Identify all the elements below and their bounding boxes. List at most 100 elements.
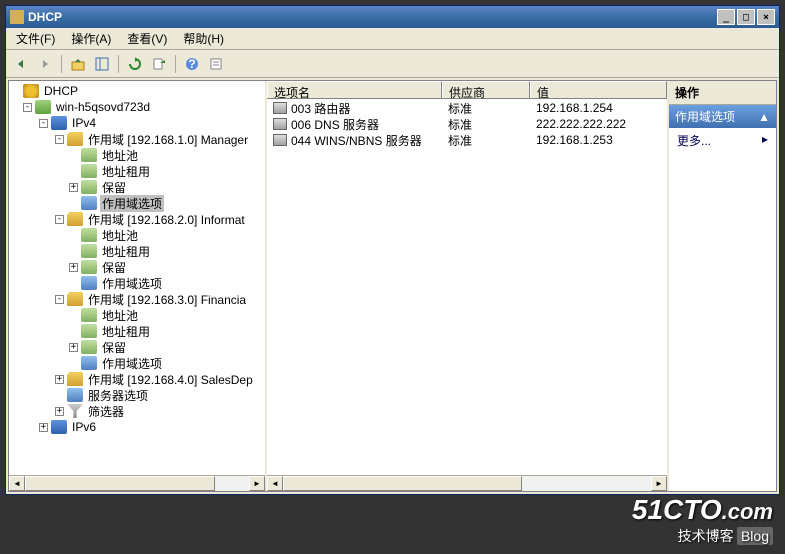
tree-scope-1[interactable]: -作用域 [192.168.1.0] Manager bbox=[9, 131, 265, 147]
horizontal-scrollbar[interactable]: ◄ ► bbox=[9, 475, 265, 491]
options-icon bbox=[81, 196, 97, 210]
expander-plus-icon[interactable]: + bbox=[69, 343, 78, 352]
menu-action[interactable]: 操作(A) bbox=[63, 28, 119, 49]
properties-button[interactable] bbox=[205, 53, 227, 75]
tree-filters[interactable]: +筛选器 bbox=[9, 403, 265, 419]
menu-file[interactable]: 文件(F) bbox=[8, 28, 63, 49]
pool-icon bbox=[81, 148, 97, 162]
list-item[interactable]: 044 WINS/NBNS 服务器 标准 192.168.1.253 bbox=[267, 132, 667, 148]
tree-pane: DHCP -win-h5qsovd723d -IPv4 -作用域 [192.16… bbox=[9, 81, 267, 491]
watermark: 51CTO.com 技术博客 Blog bbox=[632, 494, 773, 546]
help-button[interactable]: ? bbox=[181, 53, 203, 75]
filter-icon bbox=[67, 404, 83, 418]
scroll-track[interactable] bbox=[25, 476, 249, 491]
back-button[interactable] bbox=[10, 53, 32, 75]
lease-icon bbox=[81, 244, 97, 258]
scroll-right-button[interactable]: ► bbox=[249, 476, 265, 491]
tree-address-pool[interactable]: 地址池 bbox=[9, 147, 265, 163]
tree-address-leases[interactable]: 地址租用 bbox=[9, 323, 265, 339]
folder-icon bbox=[67, 212, 83, 226]
tree-reservations[interactable]: +保留 bbox=[9, 339, 265, 355]
tree-address-pool[interactable]: 地址池 bbox=[9, 307, 265, 323]
maximize-button[interactable]: □ bbox=[737, 9, 755, 25]
reserve-icon bbox=[81, 180, 97, 194]
toolbar-separator bbox=[175, 55, 176, 73]
expander-minus-icon[interactable]: - bbox=[55, 215, 64, 224]
lease-icon bbox=[81, 324, 97, 338]
up-button[interactable] bbox=[67, 53, 89, 75]
list-view[interactable]: 003 路由器 标准 192.168.1.254 006 DNS 服务器 标准 … bbox=[267, 99, 667, 475]
expander-plus-icon[interactable]: + bbox=[55, 407, 64, 416]
list-header: 选项名 供应商 值 bbox=[267, 81, 667, 99]
expander-plus-icon[interactable]: + bbox=[69, 263, 78, 272]
lease-icon bbox=[81, 164, 97, 178]
export-button[interactable] bbox=[148, 53, 170, 75]
dhcp-icon bbox=[23, 84, 39, 98]
tree-reservations[interactable]: +保留 bbox=[9, 179, 265, 195]
folder-icon bbox=[67, 292, 83, 306]
tree-address-pool[interactable]: 地址池 bbox=[9, 227, 265, 243]
client-area: DHCP -win-h5qsovd723d -IPv4 -作用域 [192.16… bbox=[8, 80, 777, 492]
folder-icon bbox=[67, 132, 83, 146]
expander-minus-icon[interactable]: - bbox=[23, 103, 32, 112]
ipv4-icon bbox=[51, 116, 67, 130]
tree-root-dhcp[interactable]: DHCP bbox=[9, 83, 265, 99]
expander-plus-icon[interactable]: + bbox=[55, 375, 64, 384]
list-item[interactable]: 003 路由器 标准 192.168.1.254 bbox=[267, 100, 667, 116]
reserve-icon bbox=[81, 260, 97, 274]
menu-bar: 文件(F) 操作(A) 查看(V) 帮助(H) bbox=[6, 28, 779, 50]
expander-minus-icon[interactable]: - bbox=[55, 135, 64, 144]
toolbar-separator bbox=[61, 55, 62, 73]
tree-scope-3[interactable]: -作用域 [192.168.3.0] Financia bbox=[9, 291, 265, 307]
scroll-thumb[interactable] bbox=[283, 476, 522, 491]
expander-minus-icon[interactable]: - bbox=[55, 295, 64, 304]
expander-minus-icon[interactable]: - bbox=[39, 119, 48, 128]
list-pane: 选项名 供应商 值 003 路由器 标准 192.168.1.254 006 D… bbox=[267, 81, 669, 491]
column-value[interactable]: 值 bbox=[530, 81, 667, 98]
app-icon bbox=[10, 10, 24, 24]
column-vendor[interactable]: 供应商 bbox=[442, 81, 530, 98]
close-button[interactable]: × bbox=[757, 9, 775, 25]
show-hide-tree-button[interactable] bbox=[91, 53, 113, 75]
scroll-track[interactable] bbox=[283, 476, 651, 491]
folder-icon bbox=[67, 372, 83, 386]
scroll-right-button[interactable]: ► bbox=[651, 476, 667, 491]
action-more[interactable]: 更多... ▸ bbox=[669, 128, 776, 153]
list-item[interactable]: 006 DNS 服务器 标准 222.222.222.222 bbox=[267, 116, 667, 132]
tree-view[interactable]: DHCP -win-h5qsovd723d -IPv4 -作用域 [192.16… bbox=[9, 81, 265, 475]
mmc-window: DHCP _ □ × 文件(F) 操作(A) 查看(V) 帮助(H) ? DHC… bbox=[5, 5, 780, 495]
tree-scope-options-selected[interactable]: 作用域选项 bbox=[9, 195, 265, 211]
menu-help[interactable]: 帮助(H) bbox=[175, 28, 232, 49]
tree-ipv6[interactable]: +IPv6 bbox=[9, 419, 265, 435]
scroll-left-button[interactable]: ◄ bbox=[9, 476, 25, 491]
column-option-name[interactable]: 选项名 bbox=[267, 81, 442, 98]
tree-scope-options[interactable]: 作用域选项 bbox=[9, 355, 265, 371]
horizontal-scrollbar[interactable]: ◄ ► bbox=[267, 475, 667, 491]
tree-scope-2[interactable]: -作用域 [192.168.2.0] Informat bbox=[9, 211, 265, 227]
scroll-left-button[interactable]: ◄ bbox=[267, 476, 283, 491]
tree-scope-4[interactable]: +作用域 [192.168.4.0] SalesDep bbox=[9, 371, 265, 387]
refresh-button[interactable] bbox=[124, 53, 146, 75]
expander-plus-icon[interactable]: + bbox=[39, 423, 48, 432]
tree-server-options[interactable]: 服务器选项 bbox=[9, 387, 265, 403]
tree-server[interactable]: -win-h5qsovd723d bbox=[9, 99, 265, 115]
tree-scope-options[interactable]: 作用域选项 bbox=[9, 275, 265, 291]
minimize-button[interactable]: _ bbox=[717, 9, 735, 25]
options-icon bbox=[67, 388, 83, 402]
option-icon bbox=[273, 118, 287, 130]
title-bar[interactable]: DHCP _ □ × bbox=[6, 6, 779, 28]
tree-reservations[interactable]: +保留 bbox=[9, 259, 265, 275]
options-icon bbox=[81, 356, 97, 370]
action-pane-title: 操作 bbox=[669, 81, 776, 105]
menu-view[interactable]: 查看(V) bbox=[119, 28, 175, 49]
scroll-thumb[interactable] bbox=[25, 476, 215, 491]
tree-ipv4[interactable]: -IPv4 bbox=[9, 115, 265, 131]
action-section-header[interactable]: 作用域选项 ▲ bbox=[669, 105, 776, 128]
forward-button[interactable] bbox=[34, 53, 56, 75]
tree-address-leases[interactable]: 地址租用 bbox=[9, 163, 265, 179]
reserve-icon bbox=[81, 340, 97, 354]
ipv6-icon bbox=[51, 420, 67, 434]
expander-plus-icon[interactable]: + bbox=[69, 183, 78, 192]
chevron-right-icon: ▸ bbox=[762, 132, 768, 149]
tree-address-leases[interactable]: 地址租用 bbox=[9, 243, 265, 259]
